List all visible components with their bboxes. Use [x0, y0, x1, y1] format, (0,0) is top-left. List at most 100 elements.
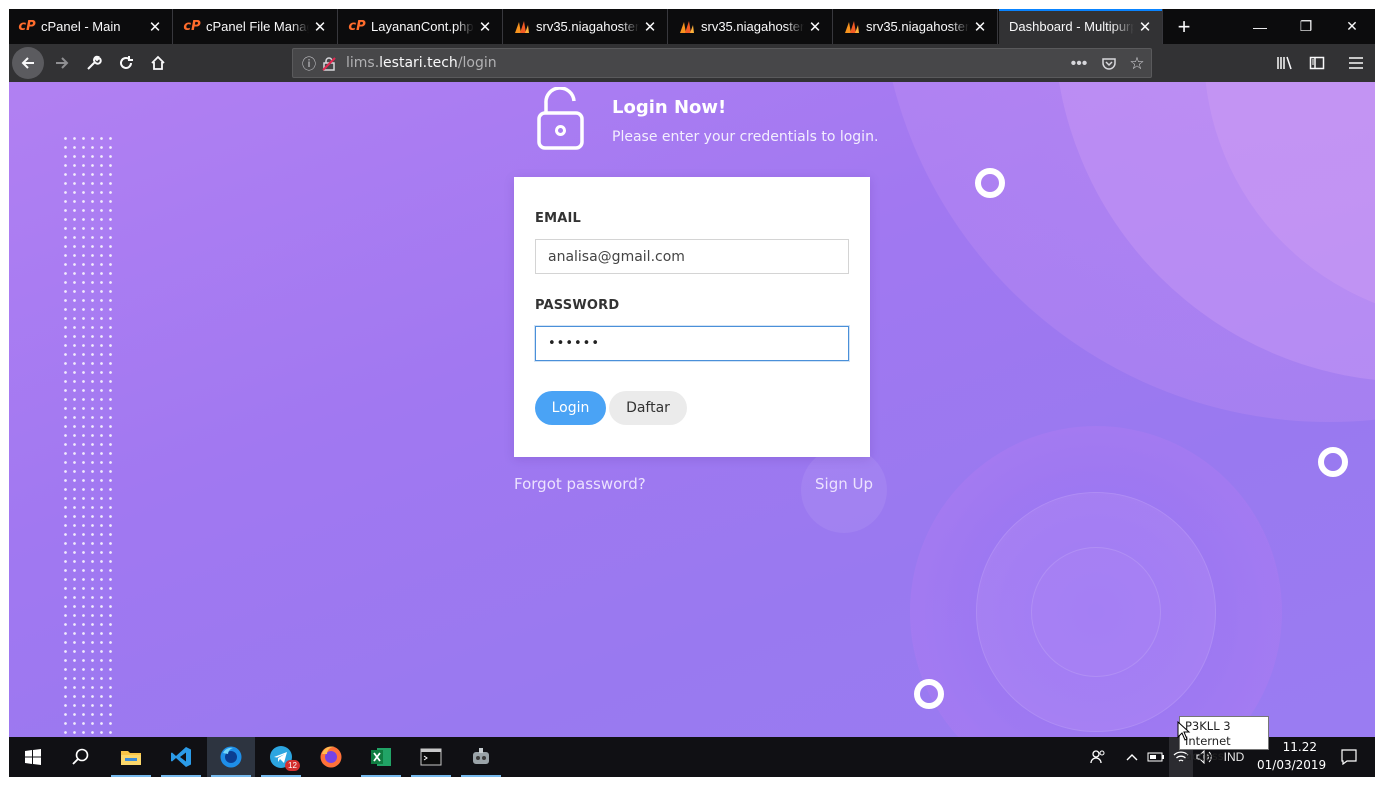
reload-icon: [120, 56, 133, 69]
tab-cpanel-main[interactable]: cP cPanel - Main ✕: [9, 9, 173, 44]
minimize-button[interactable]: —: [1237, 9, 1283, 44]
url-prefix: lims.: [346, 55, 380, 71]
url-text: lims.lestari.tech/login: [346, 55, 497, 71]
start-button[interactable]: [9, 737, 57, 777]
page-actions-icon[interactable]: •••: [1069, 54, 1089, 74]
tab-title: srv35.niagahoster.co: [701, 19, 804, 34]
forward-arrow-icon: [56, 57, 69, 69]
close-window-button[interactable]: ✕: [1329, 9, 1375, 44]
notification-icon: [1341, 749, 1357, 765]
cpanel-icon: cP: [348, 19, 366, 34]
cpanel-icon: cP: [18, 19, 36, 34]
close-tab-icon[interactable]: ✕: [1134, 16, 1156, 38]
url-bar[interactable]: ⓘ lims.lestari.tech/login ••• ☆: [292, 48, 1152, 78]
home-button[interactable]: [142, 47, 174, 79]
url-path: /login: [457, 55, 497, 71]
close-tab-icon[interactable]: ✕: [144, 16, 166, 38]
tab-niagahoster-1[interactable]: srv35.niagahoster.co ✕: [504, 9, 668, 44]
maximize-button[interactable]: ❐: [1283, 9, 1329, 44]
pocket-icon[interactable]: [1099, 54, 1119, 74]
bookmark-star-icon[interactable]: ☆: [1127, 54, 1147, 74]
taskbar-app[interactable]: [457, 737, 505, 777]
vscode-icon: [171, 747, 191, 767]
customize-button[interactable]: [78, 47, 110, 79]
battery-icon: [1147, 752, 1164, 762]
browser-window: cP cPanel - Main ✕ cP cPanel File Manage…: [9, 9, 1375, 777]
library-button[interactable]: [1269, 47, 1301, 79]
password-label: PASSWORD: [535, 298, 620, 313]
network-tooltip: P3KLL 3 Internet access: [1179, 716, 1269, 763]
niagahoster-icon: [514, 19, 530, 35]
clock-date[interactable]: 01/03/2019: [1257, 758, 1326, 772]
tab-niagahoster-3[interactable]: srv35.niagahoster.co ✕: [834, 9, 998, 44]
battery-button[interactable]: [1145, 737, 1167, 777]
action-center-button[interactable]: [1329, 737, 1369, 777]
padlock-icon: [537, 87, 584, 150]
close-tab-icon[interactable]: ✕: [969, 16, 991, 38]
taskbar-firefox[interactable]: [307, 737, 355, 777]
tab-title: srv35.niagahoster.co: [536, 19, 639, 34]
decorative-ring: [975, 168, 1005, 198]
taskbar-firefox-developer[interactable]: [207, 737, 255, 777]
people-icon: [1090, 750, 1105, 764]
taskbar-file-explorer[interactable]: [107, 737, 155, 777]
folder-icon: [121, 751, 141, 765]
close-tab-icon[interactable]: ✕: [804, 16, 826, 38]
forward-button[interactable]: [46, 47, 78, 79]
close-tab-icon[interactable]: ✕: [474, 16, 496, 38]
page-content: Login Now! Please enter your credentials…: [9, 82, 1375, 737]
email-label: EMAIL: [535, 211, 581, 226]
tab-title: LayananCont.php -: [371, 19, 474, 34]
notification-badge: 12: [285, 760, 300, 771]
sidebar-button[interactable]: [1301, 47, 1333, 79]
niagahoster-icon: [679, 19, 695, 35]
taskbar-telegram[interactable]: 12: [257, 737, 305, 777]
email-field[interactable]: analisa@gmail.com: [535, 239, 849, 274]
decorative-circle-bottom-inner: [1031, 547, 1161, 677]
hamburger-icon: [1349, 57, 1363, 69]
search-button[interactable]: [57, 737, 105, 777]
chevron-up-icon: [1126, 754, 1138, 761]
decorative-ring: [1318, 447, 1348, 477]
login-subtitle: Please enter your credentials to login.: [612, 129, 879, 145]
tooltip-network-name: P3KLL 3: [1185, 719, 1231, 733]
tab-title: cPanel File Manager: [206, 19, 309, 34]
firefox-developer-icon: [220, 746, 242, 768]
sign-up-link[interactable]: Sign Up: [815, 475, 873, 493]
url-domain: lestari.tech: [379, 55, 458, 71]
daftar-button[interactable]: Daftar: [609, 391, 687, 425]
taskbar-excel[interactable]: [357, 737, 405, 777]
password-field[interactable]: ••••••: [535, 326, 849, 361]
new-tab-button[interactable]: +: [1169, 9, 1199, 44]
info-icon[interactable]: ⓘ: [299, 54, 319, 74]
back-button[interactable]: [12, 47, 44, 79]
mouse-cursor-icon: [1177, 721, 1191, 741]
tab-strip: cP cPanel - Main ✕ cP cPanel File Manage…: [9, 9, 1375, 44]
reload-button[interactable]: [110, 47, 142, 79]
sidebar-icon: [1309, 56, 1325, 70]
menu-button[interactable]: [1340, 47, 1372, 79]
login-button[interactable]: Login: [535, 391, 606, 425]
show-hidden-icons-button[interactable]: [1121, 737, 1143, 777]
windows-logo-icon: [25, 749, 41, 765]
forgot-password-link[interactable]: Forgot password?: [514, 475, 646, 493]
back-arrow-icon: [21, 57, 34, 69]
tab-cpanel-file-manager[interactable]: cP cPanel File Manager ✕: [174, 9, 338, 44]
tab-layanancont[interactable]: cP LayananCont.php - ✕: [339, 9, 503, 44]
tab-niagahoster-2[interactable]: srv35.niagahoster.co ✕: [669, 9, 833, 44]
insecure-lock-icon[interactable]: [319, 54, 339, 74]
tab-dashboard[interactable]: Dashboard - Multipurpose ✕: [999, 9, 1163, 44]
firefox-icon: [320, 746, 342, 768]
tab-title: srv35.niagahoster.co: [866, 19, 969, 34]
people-button[interactable]: [1085, 737, 1111, 777]
email-value: analisa@gmail.com: [548, 248, 685, 265]
taskbar-vscode[interactable]: [157, 737, 205, 777]
tab-title: Dashboard - Multipurpose: [1009, 19, 1134, 34]
password-value: ••••••: [548, 336, 601, 351]
gamepad-icon: [473, 748, 489, 764]
tooltip-network-status: Internet access: [1185, 734, 1231, 763]
close-tab-icon[interactable]: ✕: [639, 16, 661, 38]
close-tab-icon[interactable]: ✕: [309, 16, 331, 38]
decorative-dot-grid: [61, 134, 117, 734]
taskbar-terminal[interactable]: [407, 737, 455, 777]
